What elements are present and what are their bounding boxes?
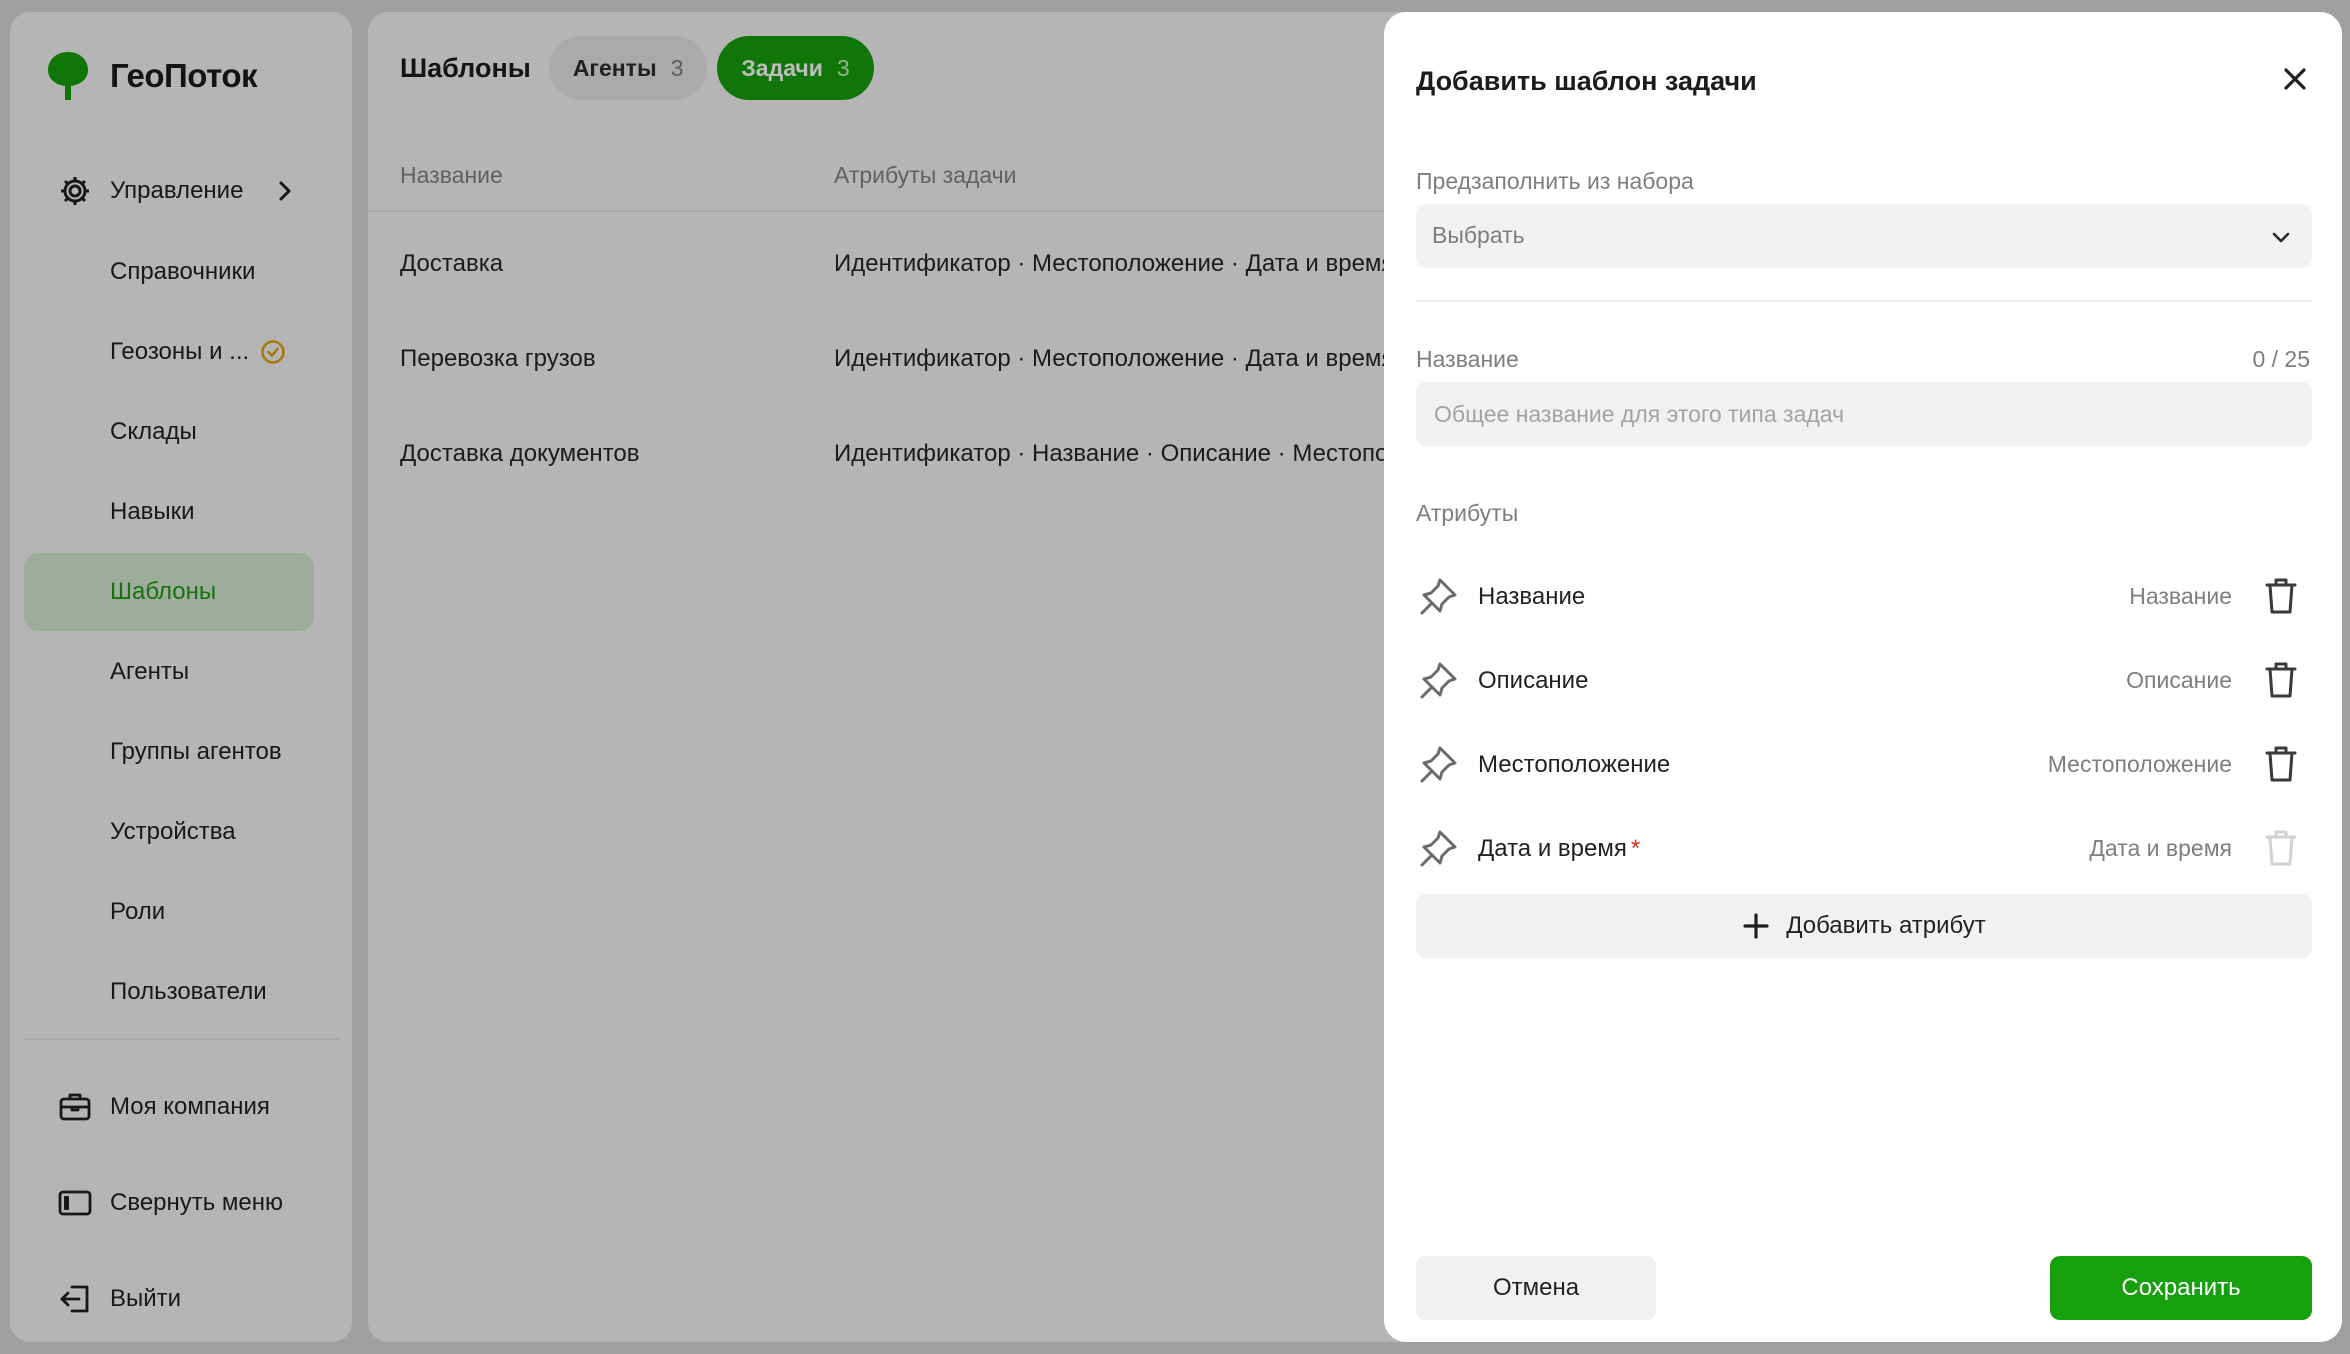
attribute-type: Местоположение	[2047, 751, 2232, 777]
attribute-name: Дата и время *	[1478, 835, 1640, 863]
prefill-select-value: Выбрать	[1432, 222, 1525, 248]
attribute-row: Дата и время * Дата и время	[1416, 807, 2312, 891]
attribute-row: Название Название	[1416, 555, 2312, 639]
trash-icon-disabled	[2265, 830, 2297, 866]
cancel-button[interactable]: Отмена	[1416, 1256, 1656, 1320]
required-mark: *	[1630, 835, 1641, 862]
pin-icon[interactable]	[1418, 575, 1460, 617]
attribute-type: Описание	[2126, 667, 2232, 693]
add-attribute-button[interactable]: Добавить атрибут	[1416, 894, 2312, 958]
app-window: ГеоПоток Управление Справочники Геозоны …	[0, 0, 2350, 1354]
trash-icon[interactable]	[2264, 661, 2298, 699]
save-button[interactable]: Сохранить	[2050, 1256, 2312, 1320]
pin-icon[interactable]	[1418, 743, 1460, 785]
pin-icon[interactable]	[1418, 827, 1460, 869]
attribute-name: Местоположение	[1478, 751, 1671, 778]
prefill-label: Предзаполнить из набора	[1416, 168, 1694, 194]
trash-icon[interactable]	[2264, 577, 2298, 615]
attributes-label: Атрибуты	[1416, 500, 1519, 526]
prefill-select[interactable]: Выбрать	[1416, 204, 2312, 268]
name-field-label: Название	[1416, 346, 1519, 372]
pin-icon[interactable]	[1418, 659, 1460, 701]
section-divider	[1416, 300, 2312, 302]
attribute-row: Описание Описание	[1416, 639, 2312, 723]
attribute-name: Описание	[1478, 667, 1589, 694]
name-char-counter: 0 / 25	[2252, 346, 2310, 372]
attribute-type: Дата и время	[2089, 835, 2232, 861]
attribute-row: Местоположение Местоположение	[1416, 723, 2312, 807]
add-task-template-dialog: Добавить шаблон задачи Предзаполнить из …	[1384, 12, 2342, 1342]
chevron-down-icon	[2272, 232, 2290, 243]
template-name-input[interactable]	[1416, 382, 2312, 446]
add-attribute-label: Добавить атрибут	[1786, 912, 1986, 939]
attribute-name: Название	[1478, 583, 1586, 610]
dialog-title: Добавить шаблон задачи	[1416, 66, 1757, 96]
close-icon[interactable]	[2280, 64, 2310, 94]
trash-icon[interactable]	[2264, 745, 2298, 783]
attribute-type: Название	[2129, 583, 2232, 609]
plus-icon	[1743, 913, 1769, 939]
attribute-name-text: Дата и время	[1478, 835, 1627, 862]
